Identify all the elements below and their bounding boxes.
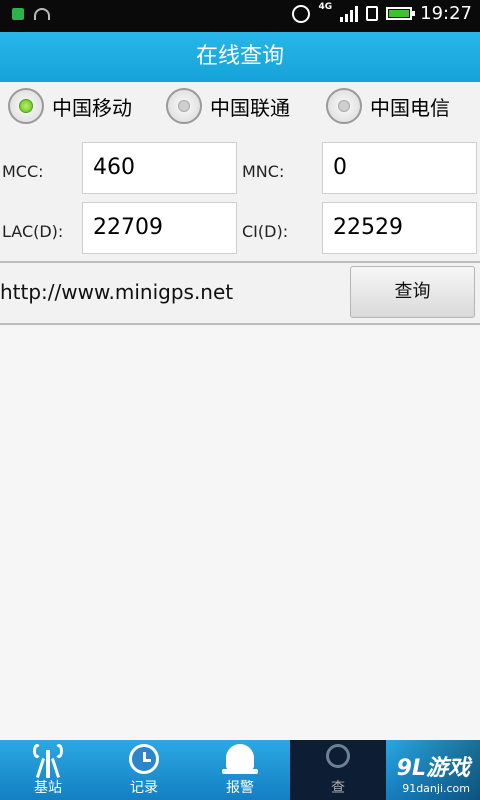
mnc-field[interactable]: 0 <box>322 142 477 194</box>
search-icon <box>326 744 350 768</box>
page-title: 在线查询 <box>0 32 480 82</box>
clock-icon <box>129 744 159 774</box>
status-bar: 4G 19:27 <box>0 0 480 32</box>
radio-checked-icon <box>8 88 44 124</box>
ci-field[interactable]: 22529 <box>322 202 477 254</box>
notification-icon <box>12 8 24 20</box>
battery-icon <box>386 7 416 20</box>
tab-alarm[interactable]: 报警 <box>192 740 288 800</box>
network-type: 4G <box>318 2 333 12</box>
watermark-logo: 9L游戏 91danji.com <box>382 740 480 800</box>
ci-label: CI(D): <box>242 222 289 241</box>
lac-label: LAC(D): <box>2 222 64 241</box>
tab-label: 基站 <box>34 780 62 796</box>
tower-icon <box>33 744 63 778</box>
radio-china-telecom[interactable]: 中国电信 <box>326 88 450 124</box>
sim-icon <box>366 6 379 21</box>
radio-china-unicom[interactable]: 中国联通 <box>166 88 290 124</box>
radio-label: 中国联通 <box>210 95 290 120</box>
lac-field[interactable]: 22709 <box>82 202 237 254</box>
radio-label: 中国电信 <box>370 95 450 120</box>
query-button[interactable]: 查询 <box>350 266 475 318</box>
bell-icon <box>222 744 258 774</box>
divider <box>0 261 480 263</box>
tab-base-station[interactable]: 基站 <box>0 740 96 800</box>
tab-records[interactable]: 记录 <box>96 740 192 800</box>
radio-unchecked-icon <box>326 88 362 124</box>
android-debug-icon <box>34 8 50 20</box>
alarm-icon <box>292 4 311 23</box>
tab-query[interactable]: 查 <box>290 740 386 800</box>
signal-icon <box>340 5 359 22</box>
mcc-label: MCC: <box>2 162 44 181</box>
result-area <box>0 326 480 740</box>
divider <box>0 323 480 325</box>
watermark-text: 9L游戏 <box>396 756 470 781</box>
mnc-label: MNC: <box>242 162 285 181</box>
tab-label: 记录 <box>130 780 158 796</box>
tab-label: 查 <box>331 780 345 796</box>
mcc-field[interactable]: 460 <box>82 142 237 194</box>
watermark-site: 91danji.com <box>402 782 470 795</box>
status-time: 19:27 <box>420 3 472 24</box>
radio-china-mobile[interactable]: 中国移动 <box>8 88 132 124</box>
tab-label: 报警 <box>226 780 254 796</box>
radio-unchecked-icon <box>166 88 202 124</box>
radio-label: 中国移动 <box>52 95 132 120</box>
website-url: http://www.minigps.net <box>0 280 234 304</box>
operator-radio-group: 中国移动 中国联通 中国电信 <box>0 88 480 132</box>
